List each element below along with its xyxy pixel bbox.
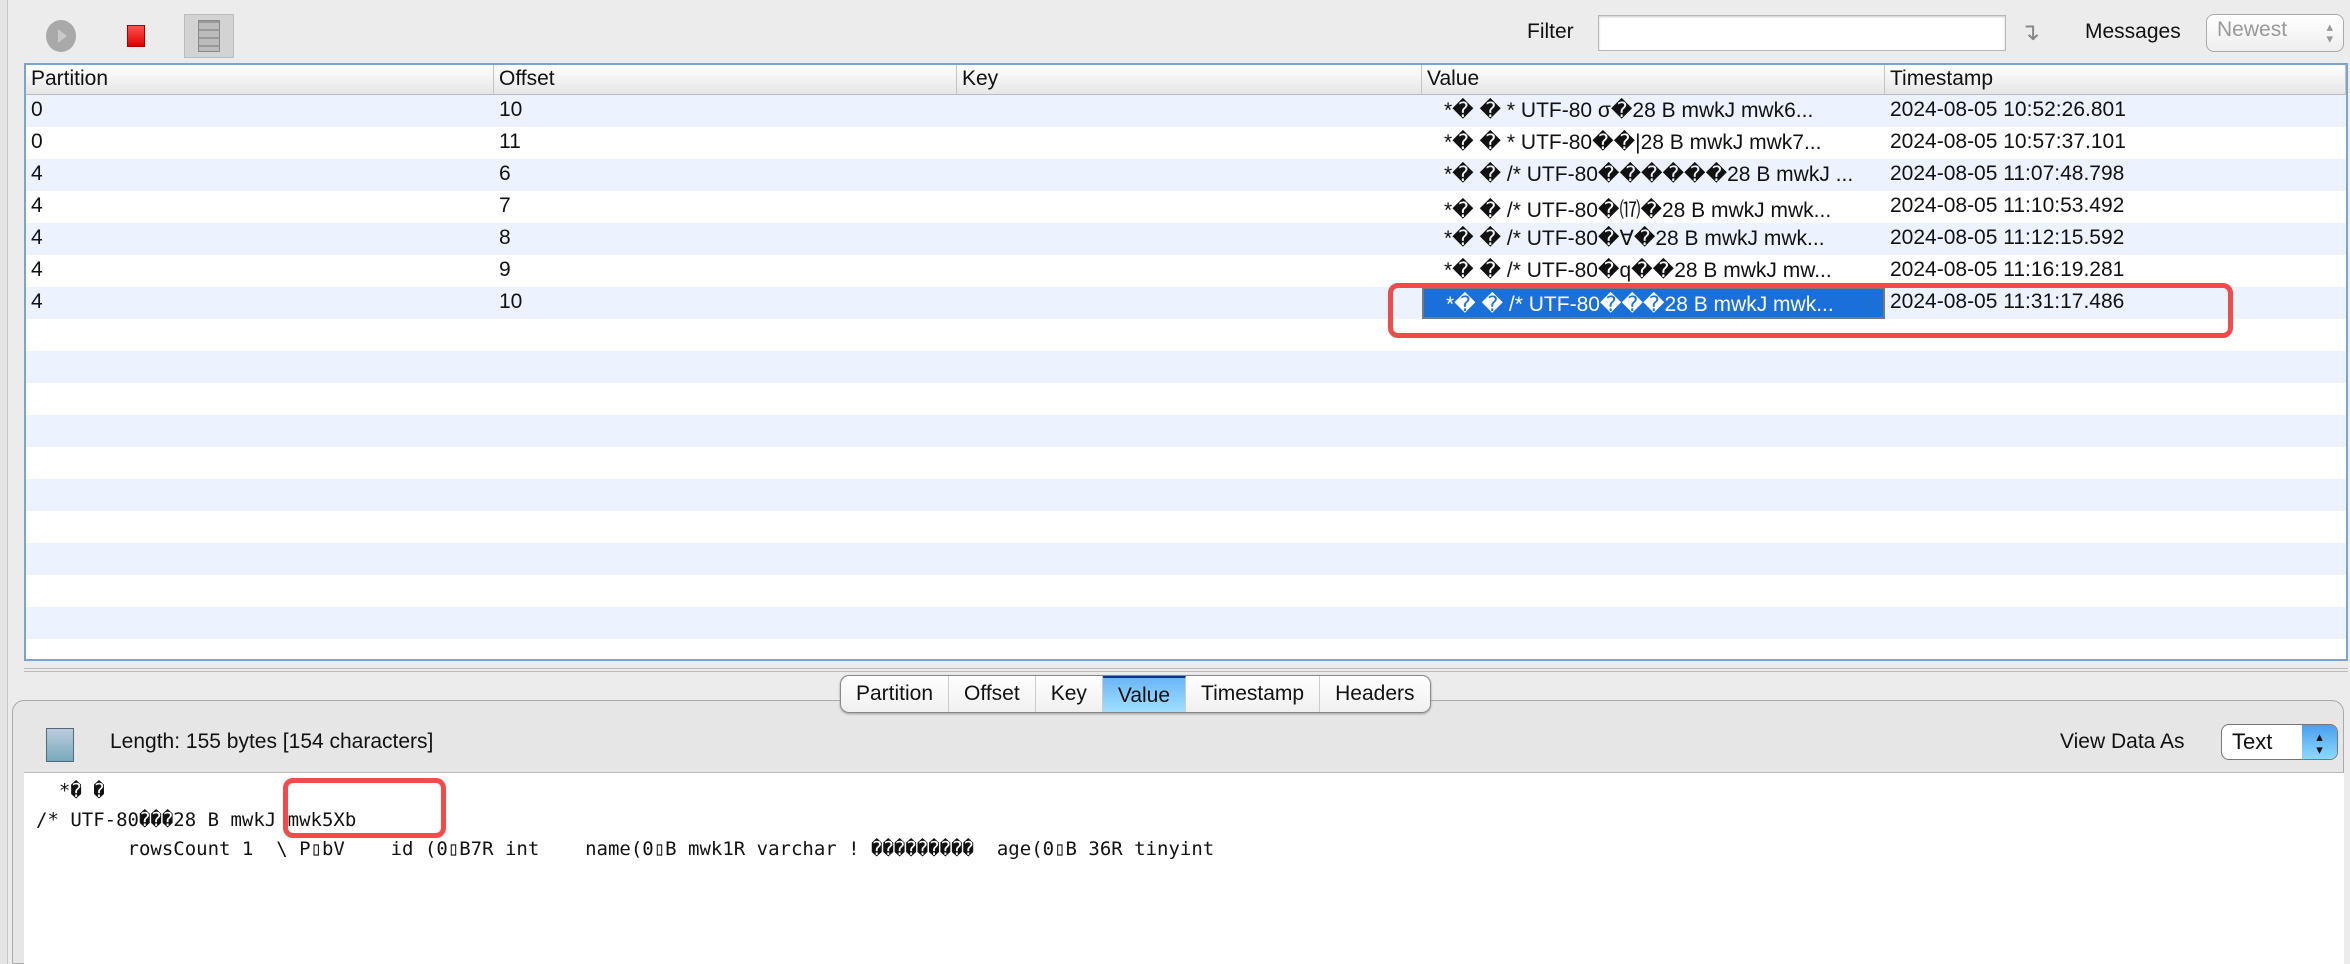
cell-partition[interactable]: 4 [26,191,494,223]
empty-row [26,479,2346,511]
cell-partition[interactable]: 4 [26,159,494,191]
cell-timestamp[interactable]: 2024-08-05 11:07:48.798 [1885,159,2346,191]
tab-headers[interactable]: Headers [1320,676,1429,712]
view-data-as-select[interactable]: Text ▴ ▾ [2221,724,2338,760]
stop-button[interactable] [111,14,161,58]
empty-row [26,383,2346,415]
cell-value[interactable]: *� � * UTF-80 σ�28 B mwkJ mwk6... [1422,95,1885,127]
cell-partition[interactable]: 0 [26,127,494,159]
view-data-as-value: Text [2232,729,2273,754]
cell-partition[interactable]: 4 [26,223,494,255]
save-icon[interactable] [46,728,74,762]
tab-value[interactable]: Value [1102,676,1187,712]
table-row[interactable]: 4 8 *� � /* UTF-80�∀�28 B mwkJ mwk... 2024-… [26,223,2346,255]
length-info: Length: 155 bytes [154 characters] [110,730,434,753]
content-line: rowsCount 1 \ P▯bV id (0▯B7R int name(0▯… [36,838,1215,860]
cell-offset[interactable]: 7 [494,191,957,223]
column-header-key[interactable]: Key [957,65,1422,94]
cell-partition[interactable]: 4 [26,255,494,287]
cell-value[interactable]: *� � /* UTF-80�∀�28 B mwkJ mwk... [1422,223,1885,255]
messages-table: Partition Offset Key Value Timestamp 0 10… [24,63,2348,661]
column-header-partition[interactable]: Partition [26,65,494,94]
cell-timestamp[interactable]: 2024-08-05 10:52:26.801 [1885,95,2346,127]
column-header-offset[interactable]: Offset [494,65,957,94]
cell-offset[interactable]: 6 [494,159,957,191]
table-row[interactable]: 0 11 *� � * UTF-80��|28 B mwkJ mwk7... 2024… [26,127,2346,159]
stop-icon [127,25,145,47]
play-icon [46,20,76,52]
column-header-value[interactable]: Value [1422,65,1885,94]
cell-key[interactable] [957,127,1422,159]
tab-timestamp[interactable]: Timestamp [1186,676,1321,712]
highlight-selected-row [1388,283,2233,338]
empty-row [26,607,2346,639]
cell-value[interactable]: *� � /* UTF-80������28 B mwkJ ... [1422,159,1885,191]
empty-row [26,543,2346,575]
cell-timestamp[interactable]: 2024-08-05 11:10:53.492 [1885,191,2346,223]
messages-select[interactable]: Newest ▴ ▾ [2206,14,2344,52]
stepper-icon: ▴ ▾ [2302,725,2337,759]
highlight-key-text [283,778,446,838]
detail-tabs: Partition Offset Key Value Timestamp Hea… [840,675,1431,713]
cell-key[interactable] [957,191,1422,223]
cell-value[interactable]: *� � /* UTF-80�⒄�28 B mwkJ mwk... [1422,191,1885,223]
cell-key[interactable] [957,95,1422,127]
table-body: 0 10 *� � * UTF-80 σ�28 B mwkJ mwk6... 2024… [26,95,2346,639]
tab-offset[interactable]: Offset [949,676,1036,712]
tab-partition[interactable]: Partition [841,676,950,712]
apply-filter-icon[interactable]: ↴ [2020,18,2040,47]
column-header-timestamp[interactable]: Timestamp [1885,65,2346,94]
tab-key[interactable]: Key [1036,676,1103,712]
view-data-as-label: View Data As [2060,730,2185,753]
table-row[interactable]: 0 10 *� � * UTF-80 σ�28 B mwkJ mwk6... 2024… [26,95,2346,127]
empty-row [26,575,2346,607]
cell-timestamp[interactable]: 2024-08-05 11:12:15.592 [1885,223,2346,255]
cell-value[interactable]: *� � * UTF-80��|28 B mwkJ mwk7... [1422,127,1885,159]
cell-key[interactable] [957,255,1422,287]
layout-icon [198,20,220,52]
filter-label: Filter [1527,20,1574,43]
cell-timestamp[interactable]: 2024-08-05 10:57:37.101 [1885,127,2346,159]
cell-offset[interactable]: 9 [494,255,957,287]
stepper-icon: ▴ ▾ [2326,19,2333,46]
cell-partition[interactable]: 0 [26,95,494,127]
empty-row [26,415,2346,447]
cell-offset[interactable]: 10 [494,95,957,127]
table-row[interactable]: 4 6 *� � /* UTF-80������28 B mwkJ ... 2024-… [26,159,2346,191]
empty-row [26,351,2346,383]
cell-partition[interactable]: 4 [26,287,494,319]
cell-key[interactable] [957,287,1422,319]
start-button[interactable] [36,14,86,58]
cell-offset[interactable]: 11 [494,127,957,159]
cell-key[interactable] [957,223,1422,255]
messages-label: Messages [2085,20,2181,43]
empty-row [26,447,2346,479]
empty-row [26,511,2346,543]
window-edge [0,0,8,964]
table-header: Partition Offset Key Value Timestamp [26,65,2346,95]
cell-offset[interactable]: 10 [494,287,957,319]
table-row[interactable]: 4 7 *� � /* UTF-80�⒄�28 B mwkJ mwk... 2024-… [26,191,2346,223]
split-pane-divider[interactable] [24,668,2348,672]
filter-input[interactable] [1598,15,2006,51]
toggle-view-button[interactable] [184,14,234,58]
cell-offset[interactable]: 8 [494,223,957,255]
messages-select-value: Newest [2217,18,2288,41]
cell-key[interactable] [957,159,1422,191]
